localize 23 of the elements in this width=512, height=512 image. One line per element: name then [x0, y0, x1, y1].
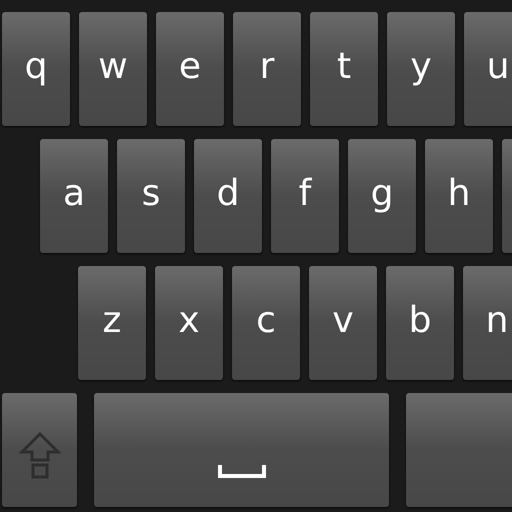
letter-key[interactable]: f [271, 139, 339, 253]
letter-key[interactable]: t [310, 12, 378, 126]
space-icon [216, 464, 266, 480]
shift-icon [18, 430, 60, 480]
letter-key[interactable]: z [78, 266, 146, 380]
letter-key[interactable]: n [463, 266, 512, 380]
letter-key[interactable]: b [386, 266, 454, 380]
letter-key[interactable]: g [348, 139, 416, 253]
letter-key[interactable]: h [425, 139, 493, 253]
letter-key[interactable]: w [79, 12, 147, 126]
letter-key[interactable]: d [194, 139, 262, 253]
letter-key[interactable]: q [2, 12, 70, 126]
space-key[interactable] [94, 393, 389, 507]
letter-key[interactable]: c [232, 266, 300, 380]
letter-key[interactable]: y [387, 12, 455, 126]
letter-key[interactable]: r [233, 12, 301, 126]
letter-key[interactable]: u [464, 12, 512, 126]
letter-key[interactable]: v [309, 266, 377, 380]
letter-key[interactable]: a [40, 139, 108, 253]
letter-key[interactable]: e [156, 12, 224, 126]
letter-key[interactable]: x [155, 266, 223, 380]
letter-key[interactable]: s [117, 139, 185, 253]
shift-key[interactable] [2, 393, 77, 507]
